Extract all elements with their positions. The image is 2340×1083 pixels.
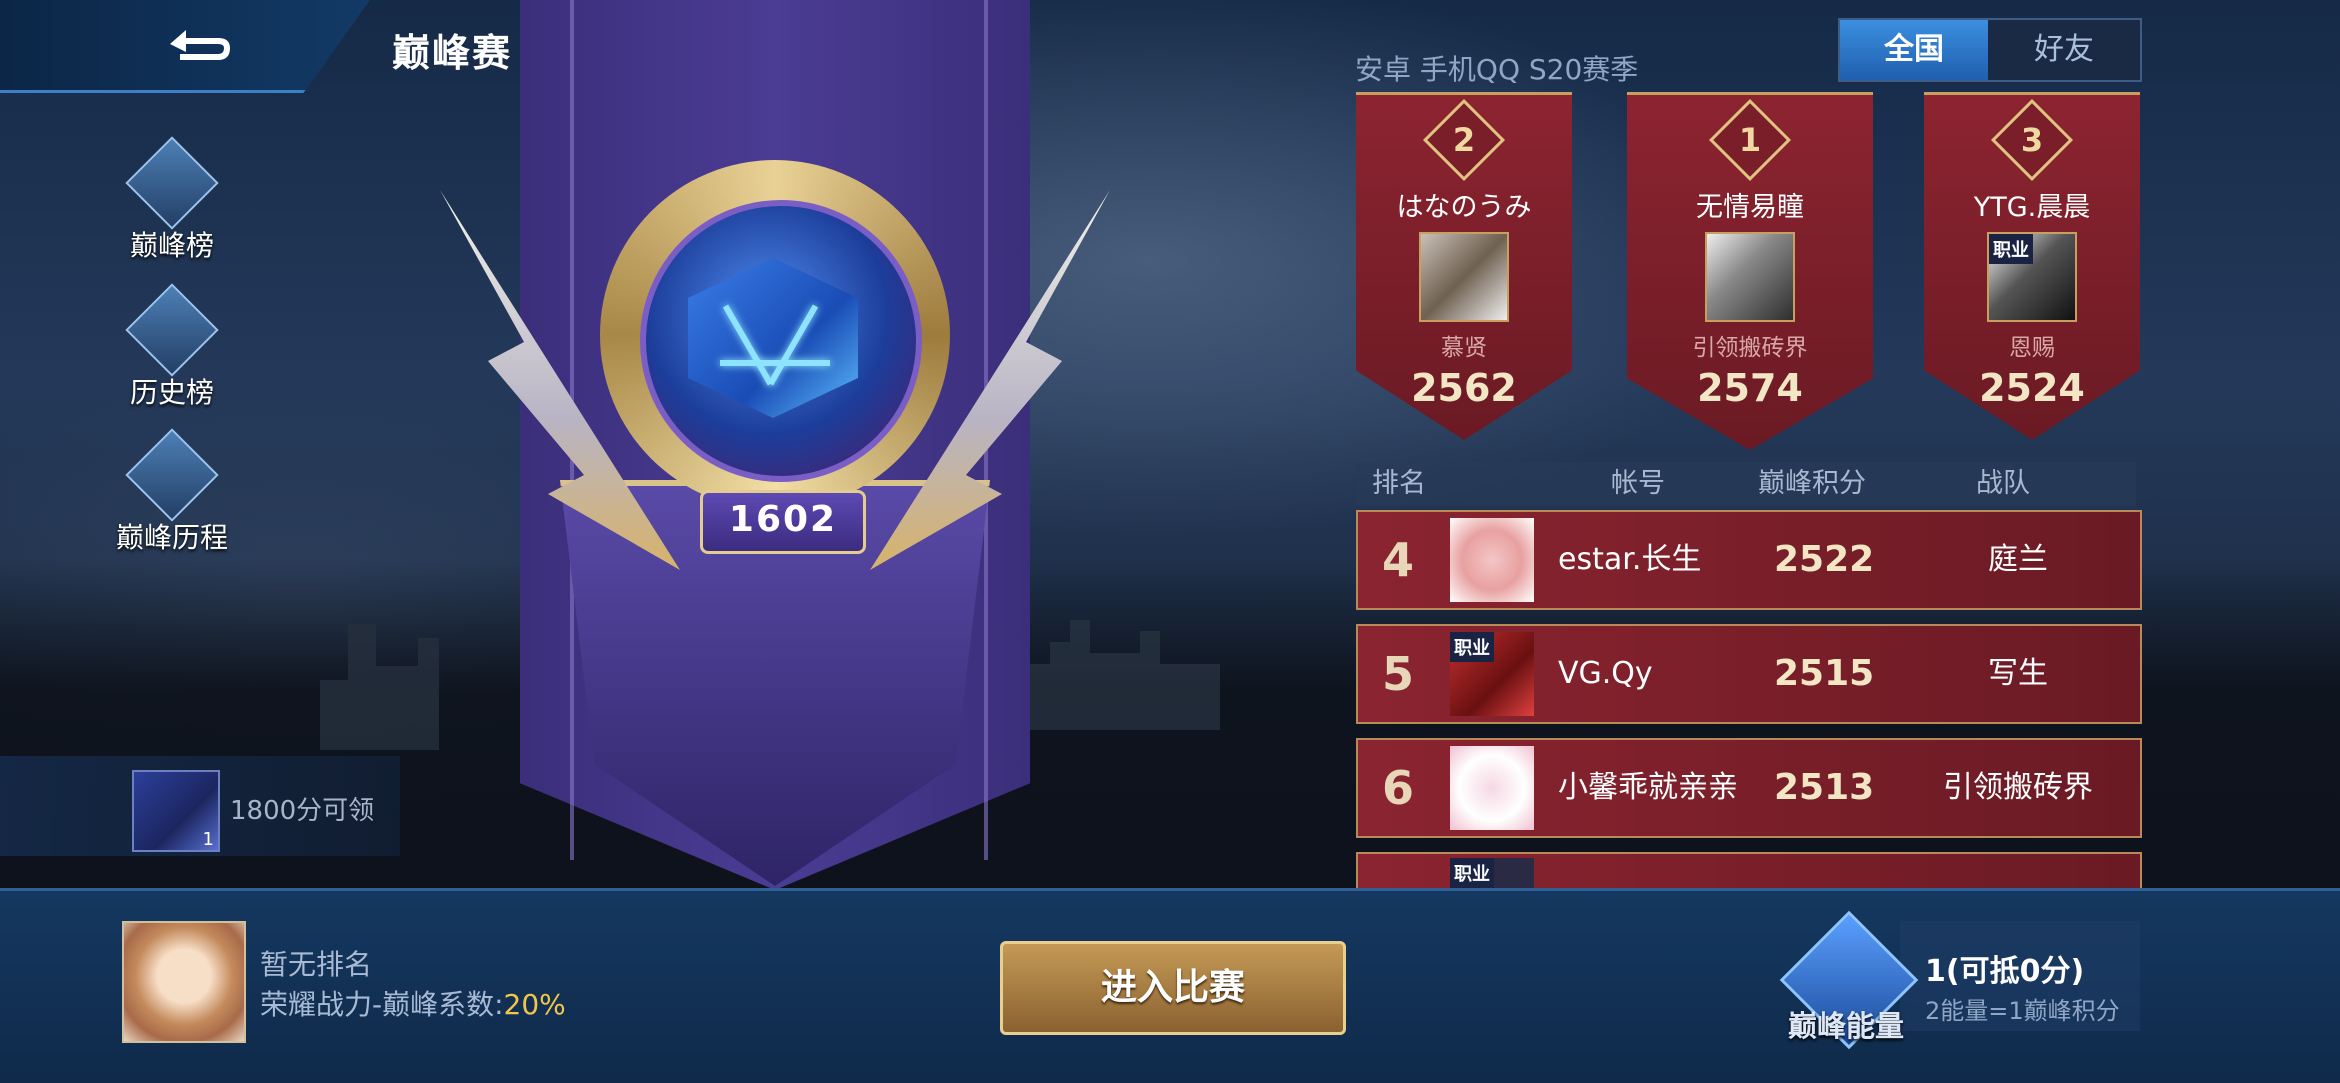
rank-badge: 1 [1708,98,1792,182]
row-name: estar.长生 [1558,542,1702,577]
row-rank: 4 [1382,533,1415,587]
row-rank: 6 [1382,761,1415,815]
avatar [1450,518,1534,602]
top-player-3[interactable]: 3 YTG.晨晨 职业 恩赐 2524 [1924,92,2140,440]
table-row[interactable]: 5 职业 VG.Qy 2515 写生 [1356,624,2142,724]
table-row[interactable]: 6 小馨乖就亲亲 2513 引领搬砖界 [1356,738,2142,838]
col-score: 巅峰积分 [1758,468,1866,499]
table-row[interactable]: 4 estar.长生 2522 庭兰 [1356,510,2142,610]
back-arrow-icon[interactable] [160,20,240,68]
row-name: VG.Qy [1558,656,1653,691]
player-name: YTG.晨晨 [1973,192,2091,223]
leaderboard-icon [125,136,219,230]
pro-tag: 职业 [1450,858,1494,888]
avatar: 职业 [1987,232,2077,322]
reward-strip[interactable]: 1 1800分可领 [0,756,400,856]
my-rank-text: 暂无排名 [260,948,373,981]
avatar[interactable] [122,921,246,1043]
pro-tag: 职业 [1989,234,2033,264]
avatar [1705,232,1795,322]
row-score: 2513 [1774,767,1875,808]
bottom-bar: 暂无排名 荣耀战力-巅峰系数:20% 进入比赛 巅峰能量 1(可抵0分) 2能量… [0,888,2340,1083]
row-score: 2522 [1774,539,1875,580]
menu-label: 巅峰历程 [115,521,228,554]
avatar: 职业 [1450,632,1534,716]
coefficient-value: 20% [503,988,566,1021]
reward-text: 1800分可领 [230,796,375,826]
avatar [1419,232,1509,322]
season-label: 安卓 手机QQ S20赛季 [1355,53,1639,86]
journey-icon [125,428,219,522]
team-name: 引领搬砖界 [1692,335,1808,361]
menu-label: 巅峰榜 [129,229,214,262]
enter-match-button[interactable]: 进入比赛 [1000,941,1346,1035]
col-team: 战队 [1976,468,2030,499]
row-team: 引领搬砖界 [1943,770,2093,805]
top-player-1[interactable]: 1 无情易瞳 引领搬砖界 2574 [1627,92,1873,450]
row-team: 写生 [1988,656,2048,691]
menu-item-journey[interactable]: 巅峰历程 [110,428,234,556]
menu-label: 历史榜 [129,376,214,409]
pro-tag: 职业 [1450,632,1494,662]
cube-glow-line [720,360,830,366]
player-name: はなのうみ [1396,192,1532,223]
scope-tabs: 全国 好友 [1838,18,2142,82]
row-name: 小馨乖就亲亲 [1558,770,1738,805]
rank-badge: 3 [1990,98,2074,182]
menu-item-leaderboard[interactable]: 巅峰榜 [110,136,234,264]
row-team: 庭兰 [1988,542,2048,577]
top-player-2[interactable]: 2 はなのうみ 慕贤 2562 [1356,92,1572,440]
energy-value: 1(可抵0分) [1925,954,2085,989]
tab-national[interactable]: 全国 [1840,20,1988,80]
my-peak-score: 1602 [700,490,866,554]
team-name: 慕贤 [1441,335,1487,361]
reward-badge-num: 1 [202,829,214,850]
energy-label: 巅峰能量 [1788,1009,1905,1043]
row-rank: 5 [1382,647,1415,701]
tab-friends[interactable]: 好友 [1990,20,2138,80]
history-board-icon [125,283,219,377]
energy-note: 2能量=1巅峰积分 [1925,997,2120,1025]
menu-item-history[interactable]: 历史榜 [110,283,234,411]
page-title: 巅峰赛 [392,31,513,75]
my-coefficient: 荣耀战力-巅峰系数:20% [260,988,566,1021]
team-name: 恩赐 [2009,335,2055,361]
player-name: 无情易瞳 [1696,192,1804,223]
reward-thumbnail: 1 [132,770,220,852]
col-account: 帐号 [1611,468,1665,499]
avatar [1450,746,1534,830]
col-rank: 排名 [1372,468,1426,499]
row-score: 2515 [1774,653,1875,694]
leaderboard-header: 排名 帐号 巅峰积分 战队 [1356,462,2136,506]
rank-badge: 2 [1422,98,1506,182]
